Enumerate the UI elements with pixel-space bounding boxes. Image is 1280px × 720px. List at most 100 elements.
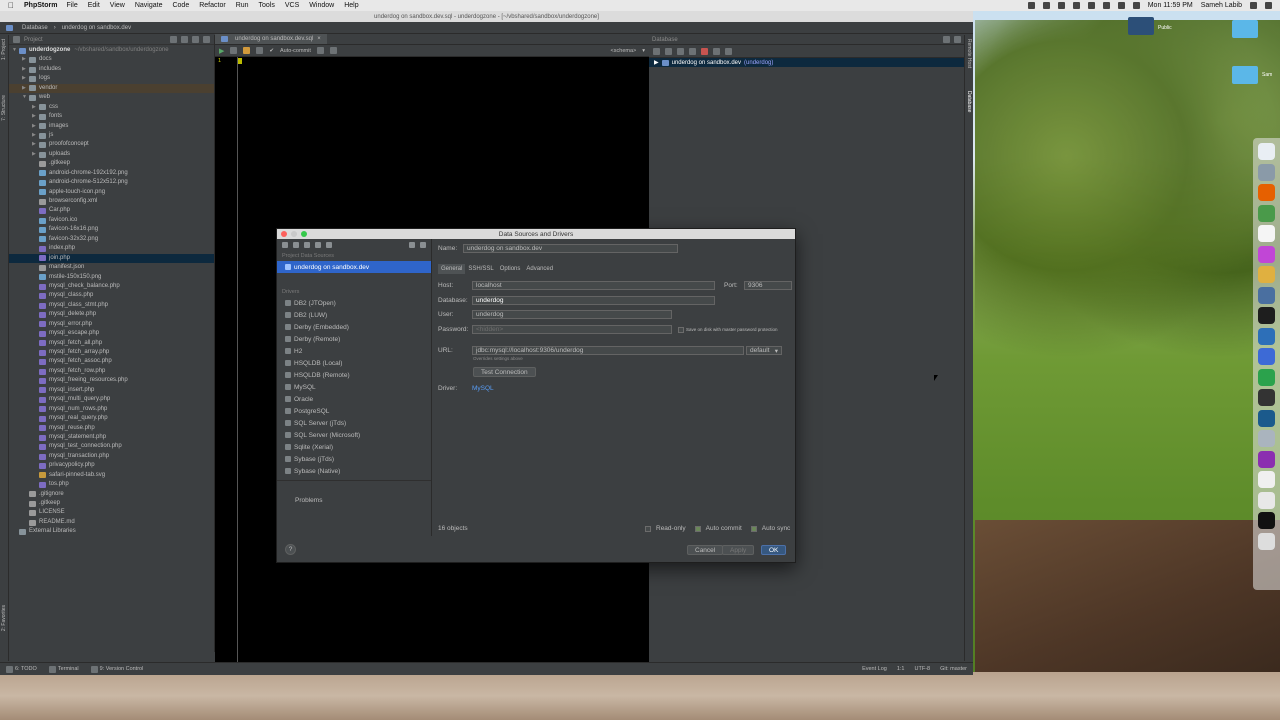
add-icon[interactable] — [653, 47, 660, 55]
chevron-right-icon[interactable]: ▶ — [32, 122, 39, 131]
tree-item[interactable]: ▶ fonts — [9, 112, 214, 121]
url-mode-select[interactable]: default ▾ — [746, 346, 782, 355]
driver-item[interactable]: PostgreSQL — [277, 405, 431, 417]
app-menu[interactable]: PhpStorm — [24, 2, 57, 9]
tree-item[interactable]: mysql_reuse.php — [9, 424, 214, 433]
password-field[interactable]: <hidden> — [472, 325, 672, 334]
tree-item[interactable]: mysql_escape.php — [9, 329, 214, 338]
menu-tools[interactable]: Tools — [259, 2, 275, 9]
menu-navigate[interactable]: Navigate — [135, 2, 163, 9]
app-icon[interactable] — [1258, 266, 1275, 283]
chevron-right-icon[interactable]: ▶ — [32, 112, 39, 121]
tree-item[interactable]: External Libraries — [9, 527, 214, 536]
import-icon[interactable] — [326, 242, 332, 248]
forward-icon[interactable] — [420, 242, 426, 248]
app-icon[interactable] — [1258, 245, 1275, 263]
apple-menu-icon[interactable]:  — [8, 1, 18, 10]
chevron-down-icon[interactable]: ▾ — [642, 48, 645, 54]
encoding[interactable]: UTF-8 — [915, 666, 931, 672]
duplicate-icon[interactable] — [304, 242, 310, 248]
tab-favorites[interactable]: 2: Favorites — [1, 605, 7, 631]
tree-item[interactable]: mysql_class.php — [9, 291, 214, 300]
event-log-button[interactable]: Event Log — [862, 666, 887, 672]
bluetooth-icon[interactable] — [1087, 2, 1095, 9]
tree-item[interactable]: mysql_delete.php — [9, 310, 214, 319]
run-icon[interactable]: ▶ — [219, 47, 224, 55]
menu-refactor[interactable]: Refactor — [199, 2, 225, 9]
finder-icon[interactable] — [1258, 143, 1275, 160]
filter-icon[interactable] — [725, 47, 732, 55]
problems-item[interactable]: Problems — [277, 494, 431, 506]
spotlight-icon[interactable] — [1250, 2, 1257, 9]
stop-icon[interactable] — [701, 47, 708, 55]
collapse-icon[interactable] — [181, 36, 188, 43]
driver-item[interactable]: DB2 (JTOpen) — [277, 297, 431, 309]
cancel-button[interactable]: Cancel — [687, 545, 724, 555]
app-icon[interactable] — [1258, 327, 1275, 345]
tree-item[interactable]: mysql_fetch_row.php — [9, 367, 214, 376]
tab-ssh-ssl[interactable]: SSH/SSL — [465, 264, 496, 274]
hide-icon[interactable] — [203, 36, 210, 43]
drive-icon[interactable] — [1232, 66, 1258, 84]
tree-item[interactable]: browserconfig.xml — [9, 197, 214, 206]
tab-project[interactable]: 1: Project — [1, 39, 7, 60]
tab-database[interactable]: Database — [966, 91, 972, 112]
cursor-position[interactable]: 1:1 — [897, 666, 905, 672]
save-on-disk-checkbox[interactable] — [678, 326, 684, 333]
ok-button[interactable]: OK — [761, 545, 787, 555]
tree-item[interactable]: mysql_transaction.php — [9, 452, 214, 461]
tree-item[interactable]: .gitignore — [9, 490, 214, 499]
app-icon[interactable] — [1258, 512, 1275, 529]
minimize-window-button[interactable] — [291, 231, 297, 237]
tree-item[interactable]: mysql_fetch_all.php — [9, 339, 214, 348]
auto-commit-checkbox[interactable]: ✔ — [269, 48, 274, 54]
gear-icon[interactable] — [943, 36, 950, 43]
trash-icon[interactable] — [1258, 532, 1275, 550]
terminal-tool-button[interactable]: Terminal — [48, 665, 79, 673]
driver-link[interactable]: MySQL — [472, 385, 494, 392]
tree-item[interactable]: ▶ logs — [9, 74, 214, 83]
tree-item[interactable]: index.php — [9, 244, 214, 253]
settings-icon[interactable] — [315, 242, 321, 248]
explain-icon[interactable] — [243, 47, 251, 54]
tree-item[interactable]: join.php — [9, 253, 214, 264]
driver-item[interactable]: SQL Server (jTds) — [277, 417, 431, 429]
tree-item[interactable]: favicon-32x32.png — [9, 235, 214, 244]
gear-icon[interactable] — [192, 36, 199, 43]
display-icon[interactable] — [1072, 2, 1080, 9]
chevron-right-icon[interactable]: ▶ — [32, 150, 39, 159]
menu-file[interactable]: File — [66, 2, 77, 9]
chevron-right-icon[interactable]: ▶ — [32, 140, 39, 149]
user-field[interactable]: underdog — [472, 310, 672, 319]
port-field[interactable]: 9306 — [744, 281, 792, 290]
document-icon[interactable] — [1258, 471, 1275, 488]
tree-item[interactable]: android-chrome-192x192.png — [9, 169, 214, 178]
project-panel-title[interactable]: Project — [24, 37, 43, 43]
notification-icon[interactable] — [1057, 2, 1065, 9]
tab-options[interactable]: Options — [497, 264, 524, 274]
driver-item[interactable]: Oracle — [277, 393, 431, 405]
menu-run[interactable]: Run — [236, 2, 249, 9]
menu-code[interactable]: Code — [172, 2, 189, 9]
tree-item[interactable]: ▶ css — [9, 103, 214, 112]
apply-button[interactable]: Apply — [722, 545, 755, 555]
git-branch[interactable]: Git: master — [940, 666, 967, 672]
tree-item[interactable]: ▶ uploads — [9, 150, 214, 159]
close-icon[interactable]: × — [317, 36, 321, 42]
cloud-icon[interactable] — [1027, 2, 1035, 9]
chevron-right-icon[interactable]: ▶ — [32, 131, 39, 140]
app-icon[interactable] — [1258, 348, 1275, 365]
tree-item[interactable]: mysql_fetch_assoc.php — [9, 357, 214, 366]
tree-item[interactable]: ▶ vendor — [9, 83, 214, 94]
close-window-button[interactable] — [281, 231, 287, 237]
tree-item[interactable]: mysql_fetch_array.php — [9, 348, 214, 357]
tree-item[interactable]: privacypolicy.php — [9, 461, 214, 470]
public-folder-icon[interactable] — [1128, 17, 1154, 35]
chevron-right-icon[interactable]: ▶ — [654, 59, 659, 66]
copy-icon[interactable] — [665, 47, 672, 55]
back-icon[interactable] — [409, 242, 415, 248]
stop-icon[interactable] — [329, 47, 337, 54]
user-menu[interactable]: Sameh Labib — [1201, 2, 1242, 9]
name-field[interactable]: underdog on sandbox.dev — [463, 244, 678, 253]
drive-icon[interactable] — [1232, 20, 1258, 38]
